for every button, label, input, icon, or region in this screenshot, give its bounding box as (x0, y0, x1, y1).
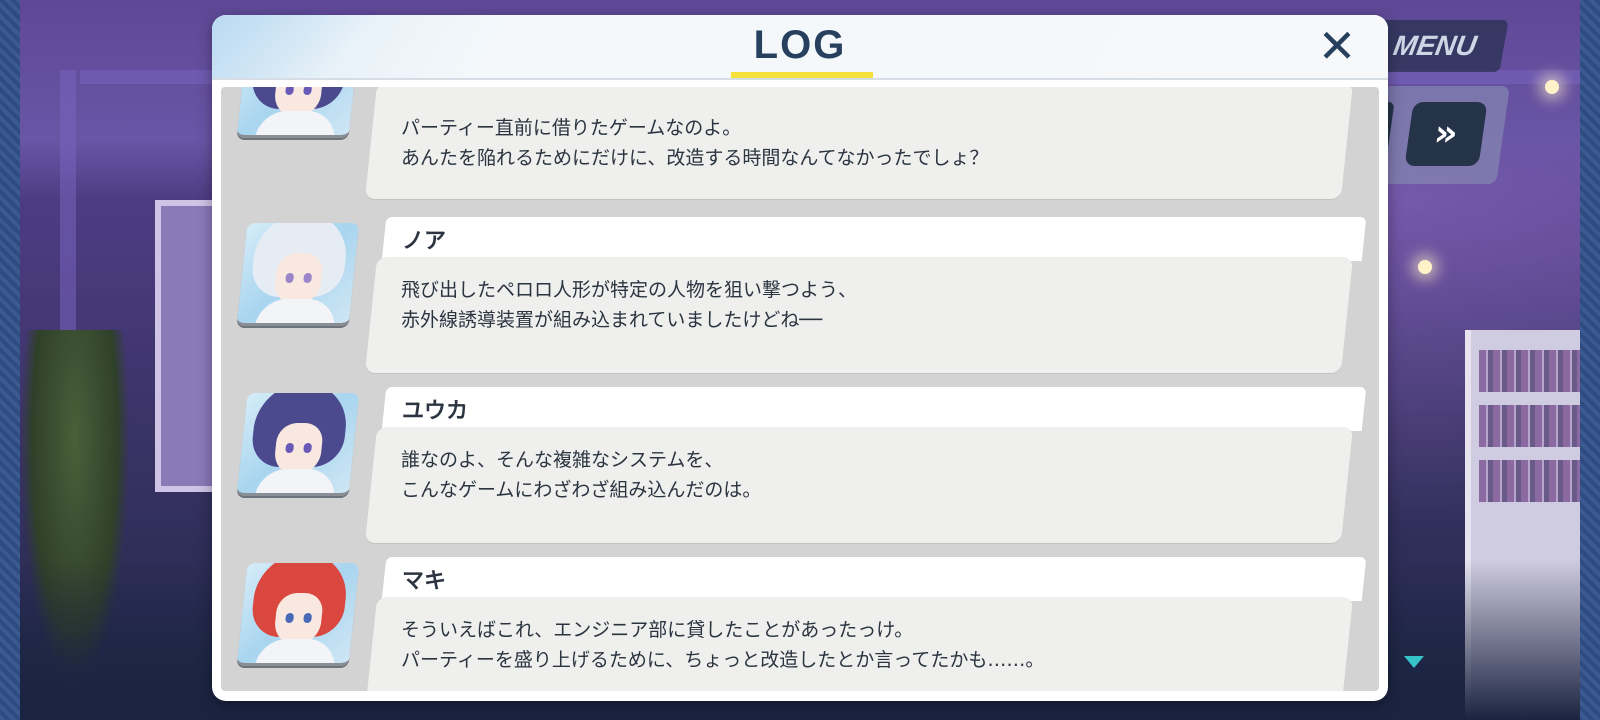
ceiling-light (1545, 80, 1559, 94)
log-header: LOG ✕ (212, 15, 1388, 80)
portrait-yuuka (236, 87, 360, 138)
log-entry: パーティー直前に借りたゲームなのよ。 あんたを陥れるためにだけに、改造する時間な… (221, 87, 1379, 203)
dialogue-line: 飛び出したペロロ人形が特定の人物を狙い撃つよう、 (401, 279, 858, 301)
log-entry: ユウカ 誰なのよ、そんな複雑なシステムを、 こんなゲームにわざわざ組み込んだのは… (221, 387, 1379, 547)
next-indicator-icon (1404, 656, 1424, 668)
dialogue-bubble (364, 597, 1354, 691)
skip-button[interactable]: » (1404, 102, 1488, 166)
name-tab (381, 217, 1367, 261)
shelf-row (1479, 350, 1580, 392)
name-tab (381, 387, 1367, 431)
portrait-maki (236, 563, 360, 666)
dialogue-line: こんなゲームにわざわざ組み込んだのは。 (401, 479, 762, 501)
portrait-yuuka (236, 393, 360, 496)
speaker-name: ユウカ (402, 399, 469, 424)
dialogue-line: あんたを陥れるためにだけに、改造する時間なんてなかったでしょ？ (401, 147, 989, 169)
shelf-row (1479, 405, 1580, 447)
close-button[interactable]: ✕ (1316, 23, 1358, 69)
speaker-name: マキ (402, 569, 447, 594)
log-list[interactable]: パーティー直前に借りたゲームなのよ。 あんたを陥れるためにだけに、改造する時間な… (221, 87, 1379, 691)
name-tab (381, 557, 1367, 601)
dialogue-line: パーティー直前に借りたゲームなのよ。 (401, 117, 742, 139)
dialogue-line: パーティーを盛り上げるために、ちょっと改造したとか言ってたかも……。 (401, 649, 1045, 671)
portrait-noa (236, 223, 360, 326)
dialogue-line: 誰なのよ、そんな複雑なシステムを、 (401, 449, 724, 471)
ceiling-light (1418, 260, 1432, 274)
dialogue-line: 赤外線誘導装置が組み込まれていましたけどね── (401, 309, 823, 331)
log-entry: マキ そういえばこれ、エンジニア部に貸したことがあったっけ。 パーティーを盛り上… (221, 557, 1379, 691)
header-divider (212, 78, 1388, 80)
log-title: LOG (753, 23, 847, 67)
log-dialog: LOG ✕ パーティー直前に借りたゲームなのよ。 あんたを陥れるためにだけに、改… (212, 15, 1388, 701)
log-entry: ノア 飛び出したペロロ人形が特定の人物を狙い撃つよう、 赤外線誘導装置が組み込ま… (221, 217, 1379, 377)
dialogue-line: そういえばこれ、エンジニア部に貸したことがあったっけ。 (401, 619, 914, 641)
speaker-name: ノア (402, 229, 447, 254)
shelf-row (1479, 460, 1580, 502)
